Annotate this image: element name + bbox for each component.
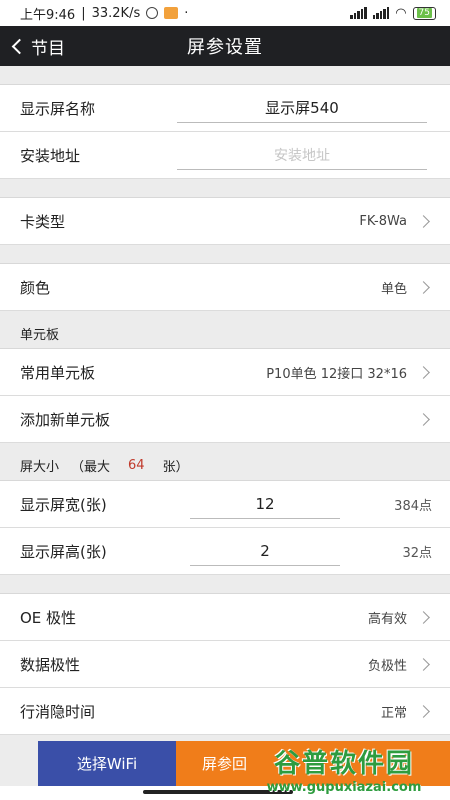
signal-icon xyxy=(350,7,367,19)
line-blank-label: 行消隐时间 xyxy=(20,702,96,721)
data-polarity-label: 数据极性 xyxy=(20,655,81,674)
dot-icon: · xyxy=(184,5,189,21)
oe-polarity-row[interactable]: OE 极性 高有效 xyxy=(0,594,450,641)
divider xyxy=(0,245,450,264)
card-type-row[interactable]: 卡类型 FK-8Wa xyxy=(0,198,450,245)
screen-width-points: 384点 xyxy=(394,498,432,514)
common-unit-board-row[interactable]: 常用单元板 P10单色 12接口 32*16 xyxy=(0,349,450,396)
screen-height-label: 显示屏高(张) xyxy=(20,542,107,561)
add-unit-board-label: 添加新单元板 xyxy=(20,410,111,429)
status-bar: 上午9:46 | 33.2K/s · ◠ 75 xyxy=(0,0,450,26)
screen-width-input[interactable]: 12 xyxy=(190,489,340,519)
card-type-label: 卡类型 xyxy=(20,212,66,231)
battery-icon: 75 xyxy=(412,6,436,20)
notification-icon xyxy=(164,7,179,19)
unit-board-section-label: 单元板 xyxy=(0,311,450,349)
common-unit-board-label: 常用单元板 xyxy=(20,363,96,382)
divider xyxy=(0,575,450,594)
screen-size-max-value: 64 xyxy=(128,458,145,473)
screen-height-input[interactable]: 2 xyxy=(190,536,340,566)
nav-bar: 节目 屏参设置 xyxy=(0,26,450,66)
screen-size-title: 屏大小 xyxy=(20,460,60,475)
alarm-icon xyxy=(146,7,159,19)
divider xyxy=(0,66,450,85)
screen-height-row: 显示屏高(张) 2 32点 xyxy=(0,528,450,575)
back-label: 节目 xyxy=(31,38,65,59)
oe-polarity-value: 高有效 xyxy=(367,611,407,627)
back-button[interactable]: 节目 xyxy=(10,26,65,66)
color-value: 单色 xyxy=(380,281,407,297)
chevron-left-icon xyxy=(11,38,28,54)
install-address-label: 安装地址 xyxy=(20,146,81,165)
screen-width-label: 显示屏宽(张) xyxy=(20,495,107,514)
add-unit-board-row[interactable]: 添加新单元板 xyxy=(0,396,450,443)
screen-name-row: 显示屏名称 显示屏540 xyxy=(0,85,450,132)
select-wifi-button[interactable]: 选择WiFi xyxy=(38,741,176,786)
color-row[interactable]: 颜色 单色 xyxy=(0,264,450,311)
wifi-icon: ◠ xyxy=(395,5,407,21)
signal-hd-icon xyxy=(372,7,390,19)
page-title: 屏参设置 xyxy=(187,37,263,58)
watermark-logo: 谷普软件园 www.gupuxiazai.com xyxy=(244,740,444,798)
chevron-right-icon xyxy=(417,412,430,426)
status-speed: 33.2K/s xyxy=(91,5,141,21)
oe-polarity-label: OE 极性 xyxy=(20,608,77,627)
card-type-value: FK-8Wa xyxy=(359,213,407,229)
screen-width-row: 显示屏宽(张) 12 384点 xyxy=(0,481,450,528)
install-address-row: 安装地址 安装地址 xyxy=(0,132,450,179)
line-blank-value: 正常 xyxy=(380,705,407,721)
status-time: 上午9:46 xyxy=(20,7,76,23)
chevron-right-icon xyxy=(417,365,430,379)
screen-size-max-prefix: （最大 xyxy=(71,460,111,475)
screen-height-points: 32点 xyxy=(402,545,432,561)
common-unit-board-value: P10单色 12接口 32*16 xyxy=(266,366,407,382)
watermark-title: 谷普软件园 xyxy=(273,749,414,779)
screen-size-section-label: 屏大小 （最大 64 张） xyxy=(0,443,450,481)
color-label: 颜色 xyxy=(20,278,51,297)
data-polarity-row[interactable]: 数据极性 负极性 xyxy=(0,641,450,688)
screen-name-label: 显示屏名称 xyxy=(20,99,96,118)
chevron-right-icon xyxy=(417,704,430,718)
chevron-right-icon xyxy=(417,280,430,294)
install-address-input[interactable]: 安装地址 xyxy=(177,140,427,170)
screen-name-input[interactable]: 显示屏540 xyxy=(177,93,427,123)
data-polarity-value: 负极性 xyxy=(367,658,407,674)
line-blank-row[interactable]: 行消隐时间 正常 xyxy=(0,688,450,735)
chevron-right-icon xyxy=(417,610,430,624)
screen-size-max-suffix: 张） xyxy=(162,460,189,475)
chevron-right-icon xyxy=(417,214,430,228)
chevron-right-icon xyxy=(417,657,430,671)
divider xyxy=(0,179,450,198)
watermark-url: www.gupuxiazai.com xyxy=(266,780,422,795)
